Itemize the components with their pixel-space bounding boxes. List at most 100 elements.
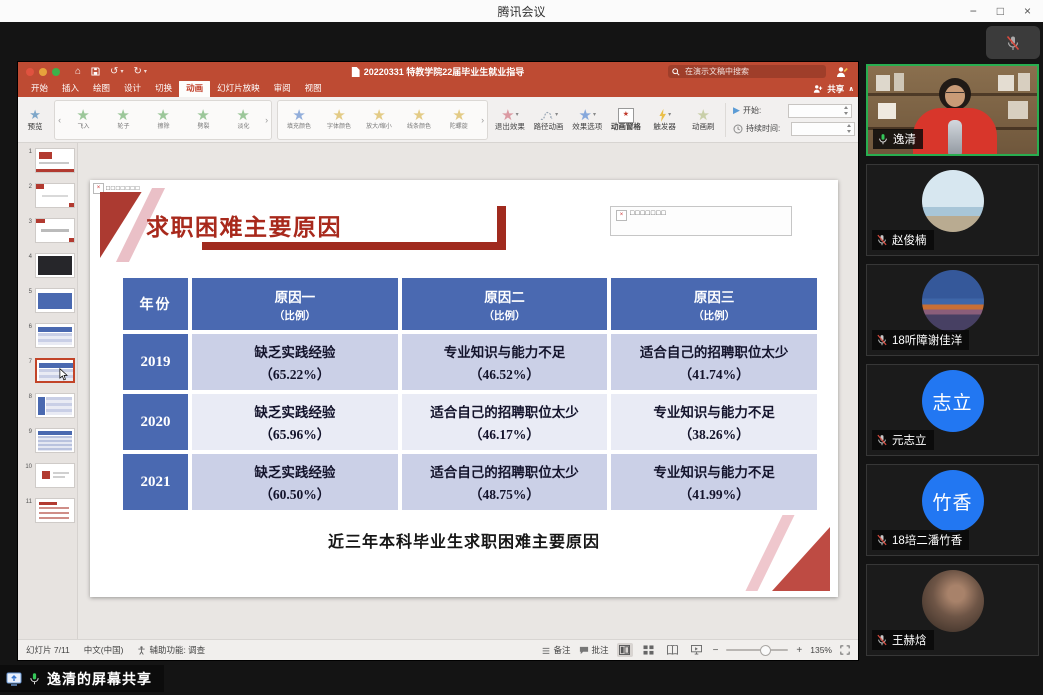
tab-transitions[interactable]: 切换 (148, 80, 179, 97)
table-year-cell: 2021 (123, 454, 188, 510)
slide-caption[interactable]: 近三年本科毕业生求职困难主要原因 (90, 528, 838, 552)
duration-label: 持续时间: (746, 123, 788, 134)
effect-fill-color[interactable]: ★ 填充颜色 (279, 108, 319, 131)
tab-review[interactable]: 审阅 (267, 80, 298, 97)
participants-sidebar: 逸清 赵俊楠 18听障谢佳洋 志立 元志立 竹香 (866, 64, 1039, 664)
effect-wheel[interactable]: ★ 轮子 (103, 108, 143, 131)
slide-thumbnail-7-selected[interactable]: 7 (18, 358, 77, 383)
slideshow-view-button[interactable] (689, 643, 705, 657)
gallery-prev-icon[interactable]: ‹ (56, 115, 63, 125)
mic-on-icon (877, 133, 889, 145)
slide-thumbnail-8[interactable]: 8 (18, 393, 77, 418)
participant-tile-yiqing[interactable]: 逸清 (866, 64, 1039, 156)
traffic-light-minimize-icon[interactable] (39, 68, 47, 76)
effect-wipe[interactable]: ★ 擦除 (143, 108, 183, 131)
slide-thumbnail-11[interactable]: 11 (18, 498, 77, 523)
document-title: 20220331 特教学院22届毕业生就业指导 (364, 65, 525, 78)
accessibility-status[interactable]: 辅助功能: 调查 (149, 644, 205, 656)
tab-draw[interactable]: 绘图 (86, 80, 117, 97)
comments-button[interactable]: 批注 (579, 644, 609, 656)
table-header-reason3: 原因三（比例） (611, 278, 817, 330)
effect-fade[interactable]: ★ 淡化 (223, 108, 263, 131)
search-input[interactable] (683, 66, 822, 77)
exit-effects-button[interactable]: ★▾ 退出效果 (493, 107, 527, 131)
participant-tile-panzhuxiang[interactable]: 竹香 18培二潘竹香 (866, 464, 1039, 556)
effect-font-color[interactable]: ★ 字体颜色 (319, 108, 359, 131)
slide-thumbnail-6[interactable]: 6 (18, 323, 77, 348)
save-icon[interactable] (91, 67, 100, 76)
gallery-next-icon[interactable]: › (479, 115, 486, 125)
slide-thumbnail-5[interactable]: 5 (18, 288, 77, 313)
slide-thumbnail-2[interactable]: 2 (18, 183, 77, 208)
preview-button[interactable]: ★ 预览 (21, 108, 49, 132)
tab-animations[interactable]: 动画 (179, 80, 210, 97)
fit-to-window-icon[interactable] (840, 645, 850, 655)
person-glasses (946, 92, 964, 97)
animation-pane-button[interactable]: ★ 动画窗格 (609, 107, 643, 131)
effect-split[interactable]: ★ 劈裂 (183, 108, 223, 131)
zoom-in-button[interactable]: + (796, 645, 802, 656)
undo-caret-icon[interactable]: ▾ (120, 68, 123, 75)
participant-name-chip: 18培二潘竹香 (872, 530, 969, 550)
animation-painter-button[interactable]: ★ 动画刷 (686, 107, 720, 131)
redo-icon[interactable]: ↻ (133, 62, 141, 81)
tab-insert[interactable]: 插入 (55, 80, 86, 97)
gallery-next-icon[interactable]: › (263, 115, 270, 125)
slide-thumbnail-4[interactable]: 4 (18, 253, 77, 278)
slide-thumbnail-9[interactable]: 9 (18, 428, 77, 453)
effect-options-button[interactable]: ★▾ 效果选项 (570, 107, 604, 131)
title-vertical-bar (497, 206, 506, 250)
search-box[interactable] (668, 65, 826, 78)
maximize-button[interactable]: □ (997, 0, 1004, 22)
table-header-reason2: 原因二（比例） (402, 278, 608, 330)
effect-fly-in[interactable]: ★ 飞入 (63, 108, 103, 131)
motion-path-button[interactable]: ▾ 路径动画 (532, 107, 566, 131)
start-select[interactable] (788, 104, 852, 118)
screen-share-banner[interactable]: 逸清的屏幕共享 (0, 665, 164, 692)
close-button[interactable]: × (1024, 0, 1031, 22)
tab-design[interactable]: 设计 (117, 80, 148, 97)
slide-sorter-view-button[interactable] (641, 643, 657, 657)
trigger-button[interactable]: ▾ 触发器 (648, 107, 682, 131)
zoom-out-button[interactable]: − (713, 645, 719, 656)
traffic-light-close-icon[interactable] (26, 68, 34, 76)
notes-button[interactable]: 备注 (541, 644, 571, 656)
participant-tile-xiejiayang[interactable]: 18听障谢佳洋 (866, 264, 1039, 356)
tab-home[interactable]: 开始 (24, 80, 55, 97)
slide-title[interactable]: 求职困难主要原因 (146, 208, 342, 242)
normal-view-button[interactable] (617, 643, 633, 657)
reading-view-button[interactable] (665, 643, 681, 657)
effect-grow-shrink[interactable]: ★ 放大/缩小 (359, 108, 399, 131)
self-mic-muted-panel[interactable] (986, 26, 1040, 59)
traffic-light-zoom-icon[interactable] (52, 68, 60, 76)
duration-input[interactable] (791, 122, 855, 136)
toolbar-caret-icon[interactable]: ▾ (144, 68, 147, 75)
minimize-button[interactable]: − (970, 0, 977, 22)
title-underline-bar (202, 242, 506, 250)
current-slide[interactable]: × □□□□□□□ 求职困难主要原因 × □□□□□□□ 年份 原因一（比例） (90, 180, 838, 597)
collapse-ribbon-icon[interactable]: ∧ (848, 85, 854, 93)
slide-table[interactable]: 年份 原因一（比例） 原因二（比例） 原因三（比例） 2019 缺乏实践经验（6… (123, 278, 817, 510)
zoom-level[interactable]: 135% (810, 645, 832, 655)
presenter-icon[interactable] (836, 66, 848, 78)
zoom-slider-knob[interactable] (760, 645, 771, 656)
slide-editing-canvas: × □□□□□□□ 求职困难主要原因 × □□□□□□□ 年份 原因一（比例） (78, 143, 858, 639)
undo-icon[interactable]: ↺ (110, 62, 118, 81)
slide-sorter-icon (643, 645, 654, 655)
effect-line-color[interactable]: ★ 线条颜色 (399, 108, 439, 131)
participant-tile-yuanzhili[interactable]: 志立 元志立 (866, 364, 1039, 456)
tab-view[interactable]: 视图 (298, 80, 329, 97)
slide-thumbnail-3[interactable]: 3 (18, 218, 77, 243)
slide-thumbnail-1[interactable]: 1 (18, 148, 77, 173)
home-icon[interactable]: ⌂ (75, 62, 81, 81)
participant-tile-zhaojunnan[interactable]: 赵俊楠 (866, 164, 1039, 256)
participant-name: 18听障谢佳洋 (892, 332, 962, 348)
effect-spin[interactable]: ★ 陀螺旋 (439, 108, 479, 131)
participant-tile-wangmehan[interactable]: 王赫焓 (866, 564, 1039, 656)
tab-slideshow[interactable]: 幻灯片放映 (210, 80, 267, 97)
missing-image-placeholder-box[interactable]: × □□□□□□□ (610, 206, 792, 236)
slide-thumbnail-10[interactable]: 10 (18, 463, 77, 488)
language-indicator[interactable]: 中文(中国) (84, 644, 124, 656)
share-button[interactable]: 共享 ∧ (813, 83, 854, 97)
zoom-slider[interactable] (726, 649, 788, 651)
